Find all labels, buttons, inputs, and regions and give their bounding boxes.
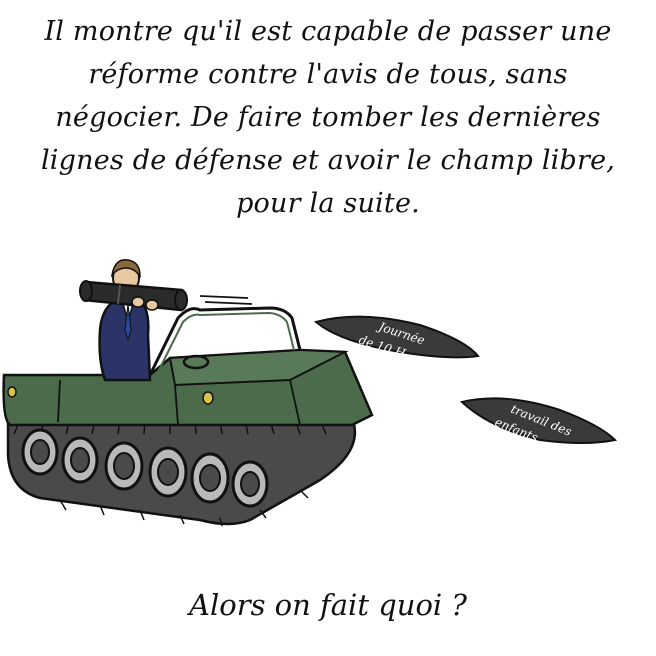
caption-line-4: lignes de défense et avoir le champ libr…: [40, 145, 616, 176]
tank-light-side: [7, 386, 17, 398]
tank-light-front: [202, 391, 214, 405]
caption-line-5: pour la suite.: [236, 188, 420, 219]
caption-line-1: Il montre qu'il est capable de passer un…: [44, 16, 612, 47]
tank-scene-illustration: Journée de 10 H travail des enfants: [2, 259, 618, 527]
person-hand-right: [145, 299, 159, 311]
speed-lines: [199, 295, 253, 305]
person-hand-left: [131, 296, 145, 308]
caption-line-2: réforme contre l'avis de tous, sans: [88, 59, 568, 90]
caption-text: Il montre qu'il est capable de passer un…: [10, 10, 646, 225]
closing-question: Alors on fait quoi ?: [189, 588, 467, 622]
caption-line-3: négocier. De faire tomber les dernières: [55, 102, 601, 133]
